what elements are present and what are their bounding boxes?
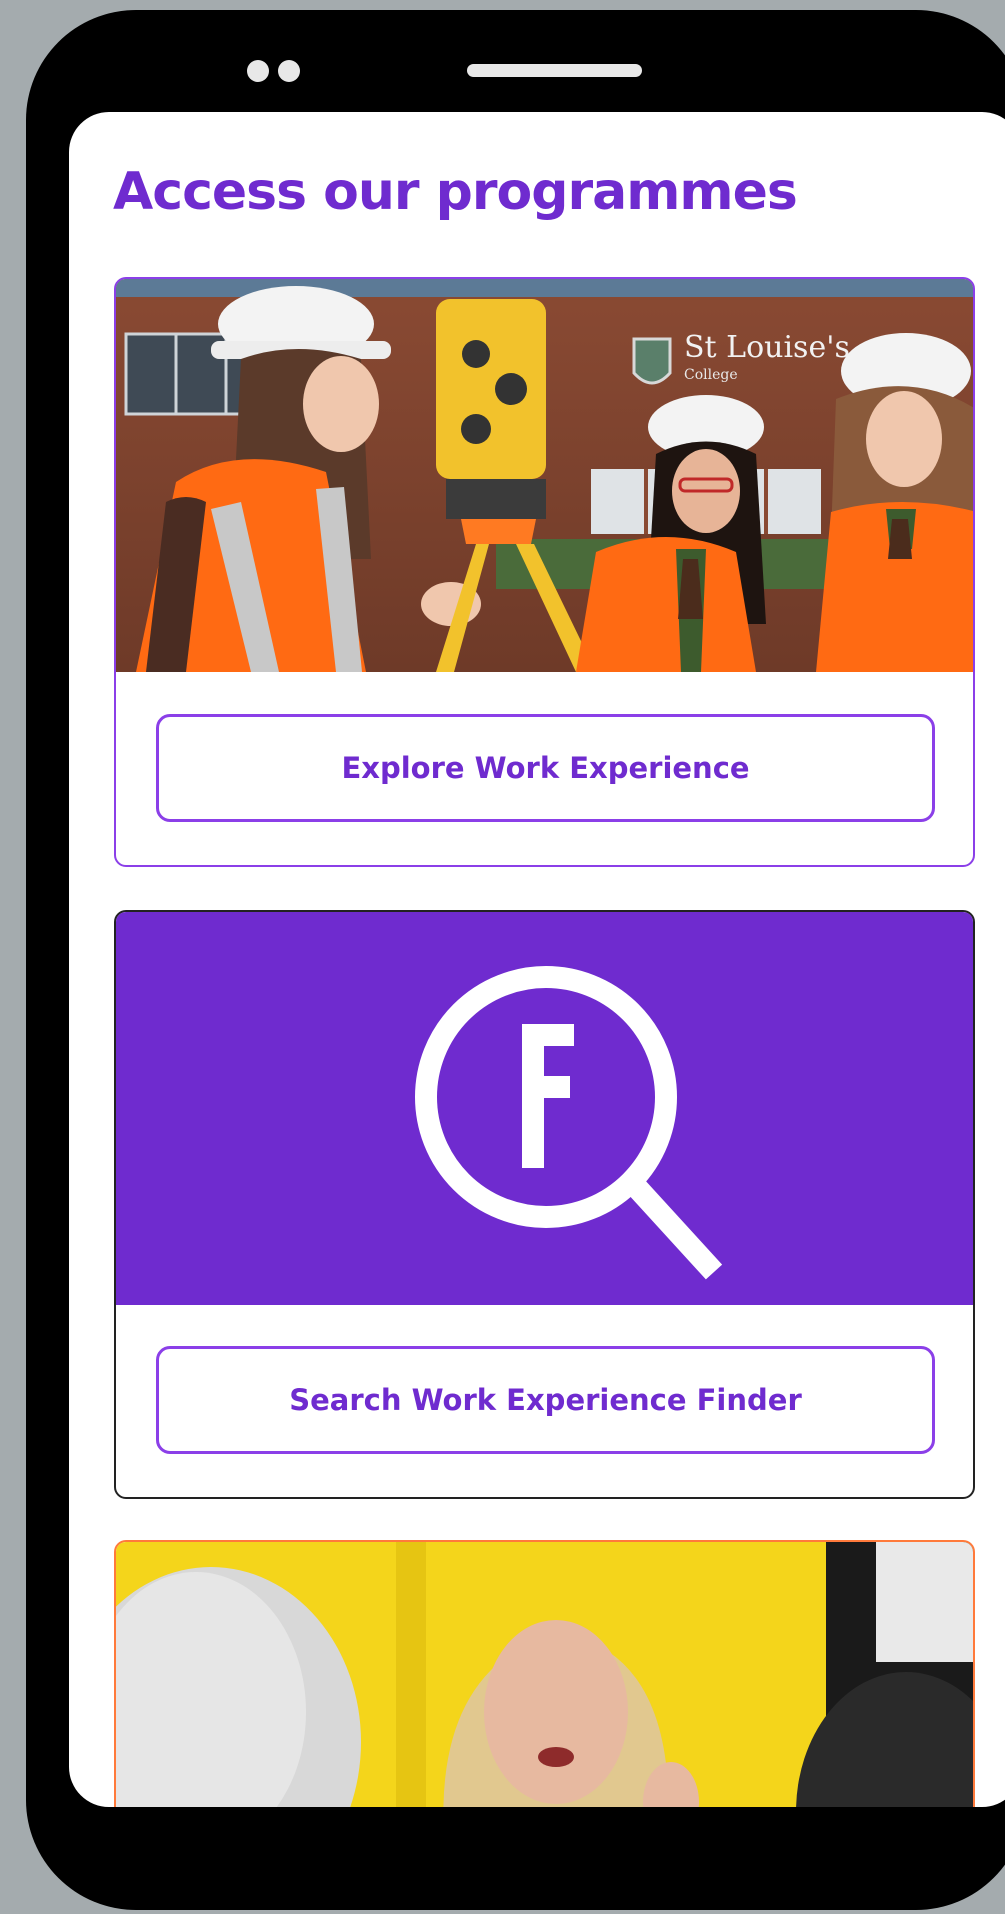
programme-card-finder: Search Work Experience Finder <box>114 910 975 1499</box>
side-button <box>31 615 57 755</box>
page-title: Access our programmes <box>113 162 798 222</box>
search-work-experience-finder-button[interactable]: Search Work Experience Finder <box>156 1346 935 1454</box>
programme-card-speaker <box>114 1540 975 1807</box>
phone-screen: Access our programmes St Louise's Colleg… <box>69 112 1005 1807</box>
phone-frame: Access our programmes St Louise's Colleg… <box>26 10 1005 1910</box>
programme-card-work-experience: St Louise's College Explore Work Experie… <box>114 277 975 867</box>
svg-text:St Louise's: St Louise's <box>684 330 850 365</box>
students-surveying-photo: St Louise's College <box>116 279 973 672</box>
speaker-photo <box>116 1542 973 1807</box>
finder-banner <box>116 912 973 1305</box>
camera-dot <box>247 60 269 82</box>
side-button <box>31 300 57 430</box>
camera-dot <box>278 60 300 82</box>
card-photo <box>116 1542 973 1807</box>
side-button <box>31 440 57 570</box>
card-photo: St Louise's College <box>116 279 973 672</box>
explore-work-experience-button[interactable]: Explore Work Experience <box>156 714 935 822</box>
speaker-grille <box>467 64 642 77</box>
svg-text:College: College <box>684 367 738 383</box>
magnifier-f-logo-icon <box>415 966 723 1280</box>
